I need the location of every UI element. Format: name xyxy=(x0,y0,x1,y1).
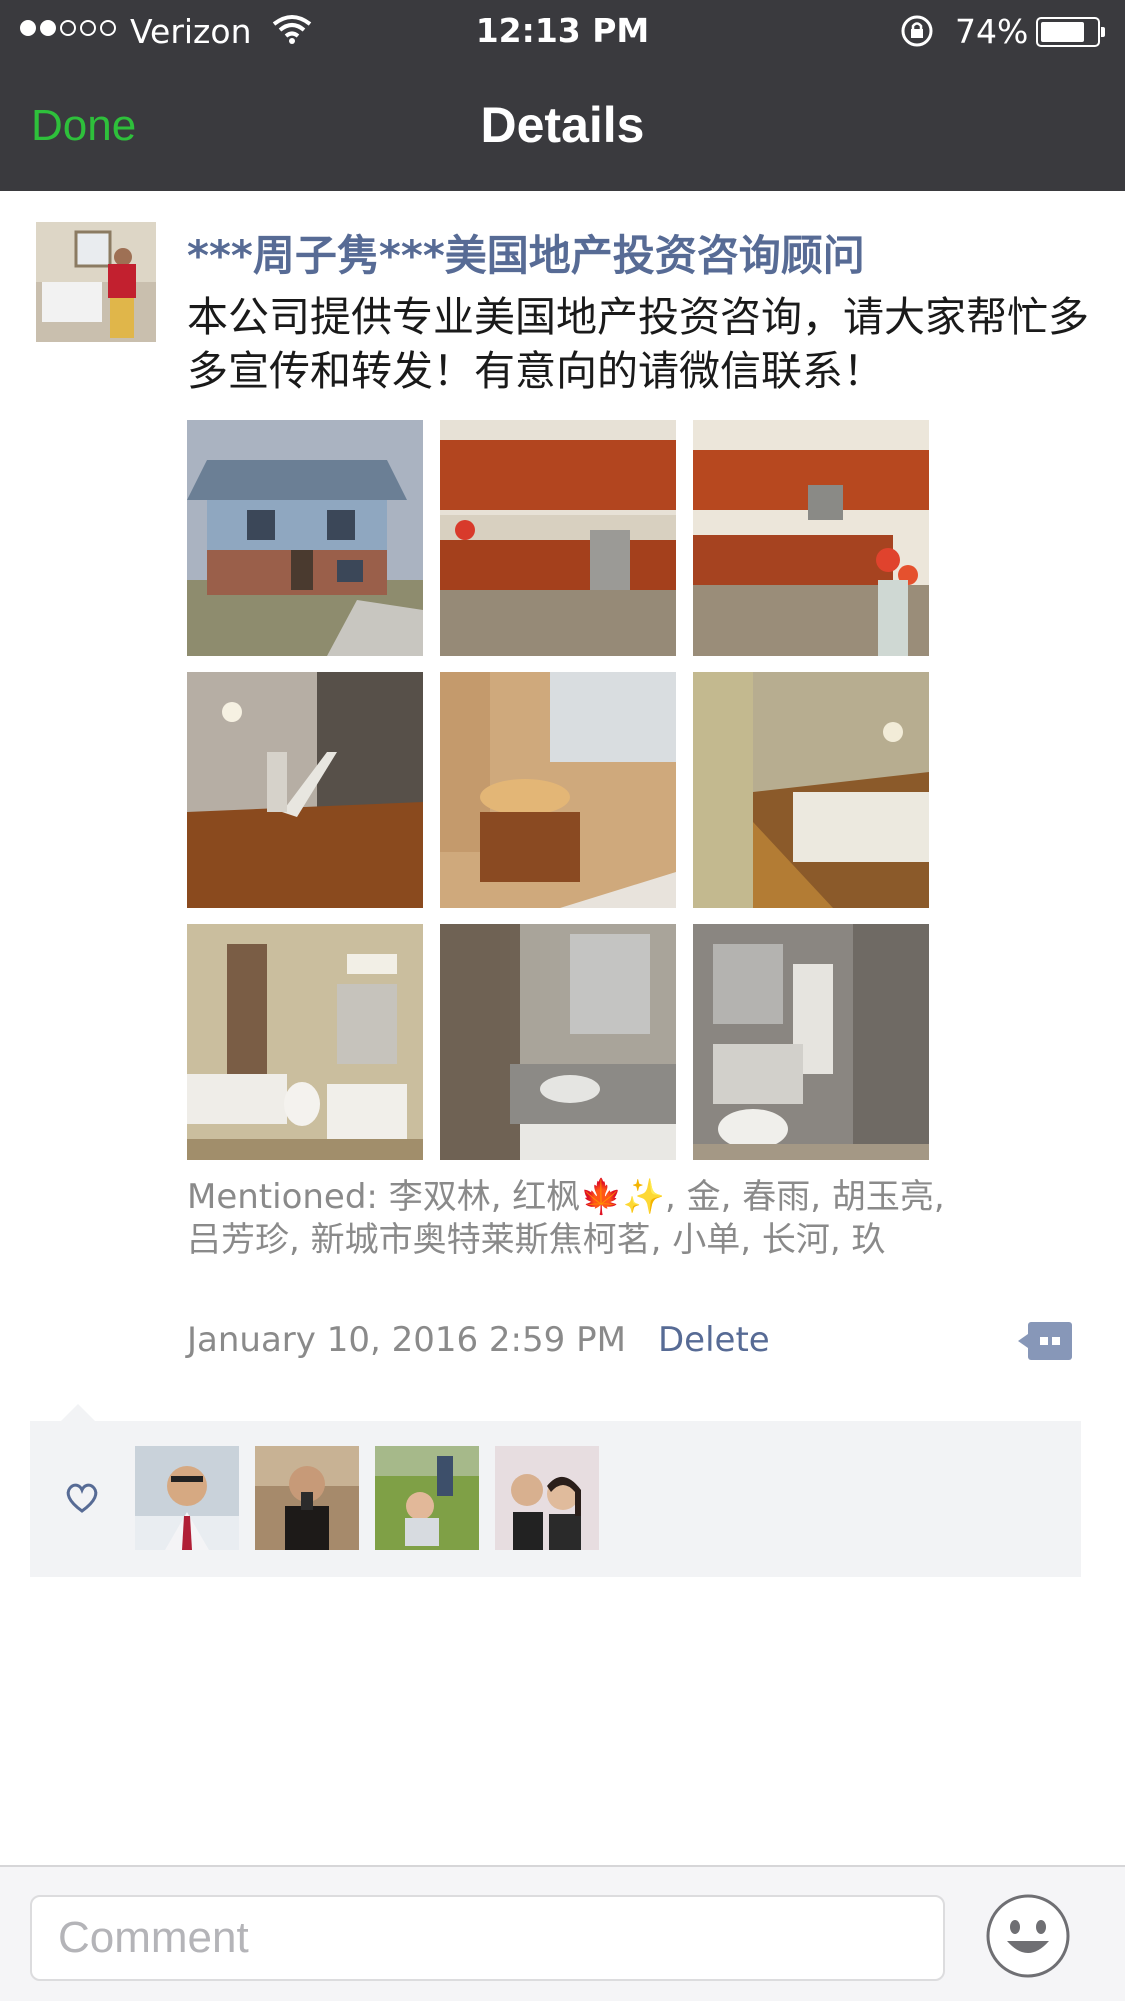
photo-bathroom-vessel-sink[interactable] xyxy=(440,672,676,908)
battery-percent: 74% xyxy=(955,12,1029,51)
liker-avatar-2[interactable] xyxy=(255,1446,359,1550)
likes-pointer xyxy=(60,1404,96,1422)
status-bar: Verizon 12:13 PM 74% xyxy=(0,0,1125,64)
post-text: 本公司提供专业美国地产投资咨询，请大家帮忙多多宣传和转发！有意向的请微信联系！ xyxy=(187,293,1089,395)
comment-menu-icon[interactable] xyxy=(1016,1320,1074,1362)
likes-panel xyxy=(30,1421,1081,1577)
photo-house-exterior[interactable] xyxy=(187,420,423,656)
emoji-icon[interactable] xyxy=(985,1893,1071,1979)
navigation-bar: Verizon 12:13 PM 74% Done Details xyxy=(0,0,1125,191)
photo-kitchen-flowers[interactable] xyxy=(693,420,929,656)
photo-bathroom-double-vanity[interactable] xyxy=(693,924,929,1160)
post-timestamp: January 10, 2016 2:59 PM xyxy=(187,1320,626,1360)
photo-living-room-stairs[interactable] xyxy=(187,672,423,908)
comment-bar: Comment xyxy=(0,1865,1125,2001)
liker-avatar-3[interactable] xyxy=(375,1446,479,1550)
heart-icon xyxy=(66,1483,98,1513)
mentioned-list: Mentioned: 李双林, 红枫🍁✨, 金, 春雨, 胡玉亮, 吕芳珍, 新… xyxy=(187,1177,945,1260)
author-name[interactable]: ***周子隽***美国地产投资咨询顾问 xyxy=(187,222,865,283)
page-title: Details xyxy=(480,97,645,153)
comment-input[interactable]: Comment xyxy=(30,1895,945,1981)
liker-avatar-1[interactable] xyxy=(135,1446,239,1550)
rotation-lock-icon xyxy=(901,15,933,47)
photo-grid xyxy=(187,420,929,1160)
photo-bathroom-tub[interactable] xyxy=(187,924,423,1160)
author-avatar[interactable] xyxy=(36,222,156,342)
photo-bathroom-shower[interactable] xyxy=(440,924,676,1160)
battery-icon xyxy=(1036,17,1105,47)
photo-kitchen[interactable] xyxy=(440,420,676,656)
delete-button[interactable]: Delete xyxy=(658,1320,770,1360)
liker-avatar-4[interactable] xyxy=(495,1446,599,1550)
photo-hallway-stairs[interactable] xyxy=(693,672,929,908)
